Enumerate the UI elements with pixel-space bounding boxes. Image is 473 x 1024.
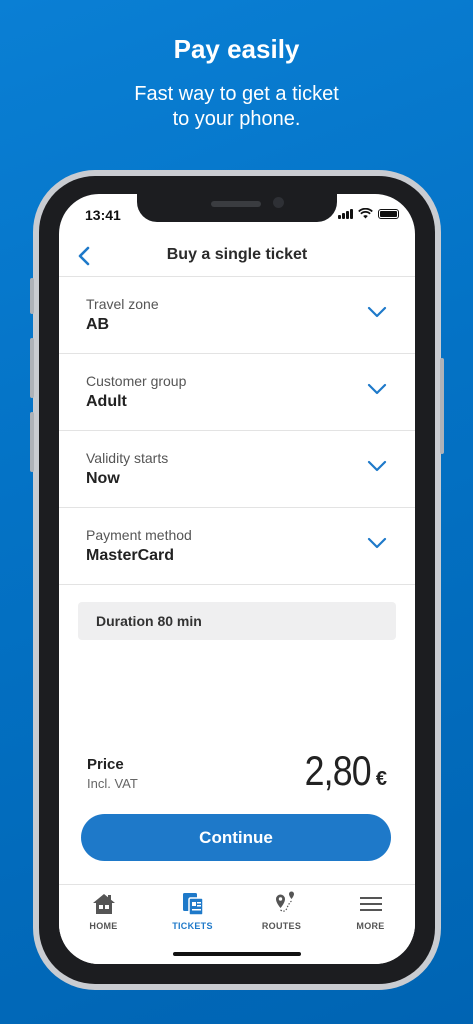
promo-subline-line-2: to your phone. [172, 108, 301, 130]
validity-starts-select[interactable]: Validity starts Now [59, 431, 415, 508]
menu-icon [359, 897, 382, 911]
promo-headline: Pay easily [173, 34, 300, 64]
battery-icon [378, 209, 399, 219]
notch [137, 194, 337, 222]
home-indicator [173, 952, 301, 956]
wifi-icon [358, 208, 373, 219]
promo-subline-line-1: Fast way to get a ticket [134, 83, 339, 105]
travel-zone-select[interactable]: Travel zone AB [59, 277, 415, 354]
price-vat-note: Incl. VAT [87, 776, 138, 791]
continue-button[interactable]: Continue [81, 814, 391, 861]
status-time: 13:41 [85, 207, 121, 223]
row-value: MasterCard [86, 547, 175, 564]
customer-group-select[interactable]: Customer group Adult [59, 354, 415, 431]
nav-bar: Buy a single ticket [59, 234, 415, 277]
row-value: Adult [86, 393, 127, 410]
chevron-down-icon [367, 460, 387, 472]
chevron-down-icon [367, 383, 387, 395]
phone-volume-down-button [30, 412, 34, 472]
chevron-down-icon [367, 537, 387, 549]
speaker [211, 201, 261, 207]
signal-icon [338, 209, 353, 219]
tab-label: HOME [89, 921, 118, 931]
page-title: Buy a single ticket [166, 246, 308, 263]
phone-power-button [440, 358, 444, 454]
row-value: Now [86, 470, 120, 487]
payment-method-select[interactable]: Payment method MasterCard [59, 508, 415, 585]
tab-label: TICKETS [172, 921, 213, 931]
row-label: Validity starts [86, 450, 169, 466]
tab-label: MORE [356, 921, 385, 931]
camera [273, 197, 284, 208]
tab-tickets[interactable]: TICKETS [148, 891, 237, 931]
row-value: AB [86, 316, 110, 333]
status-icons [338, 208, 399, 219]
house-icon [92, 894, 115, 914]
promo-subline: Fast way to get a ticket to your phone. [0, 82, 473, 132]
tab-label: ROUTES [261, 921, 302, 931]
tab-routes[interactable]: ROUTES [237, 891, 326, 931]
price-label: Price [87, 756, 124, 773]
duration-text: Duration 80 min [96, 613, 202, 629]
row-label: Payment method [86, 527, 192, 543]
route-pin-icon [275, 891, 294, 912]
row-label: Customer group [86, 373, 187, 389]
tab-more[interactable]: MORE [326, 891, 415, 931]
phone-screen: 13:41 Buy a single ticket Travel zone AB… [59, 194, 415, 964]
price-amount: 2,80 [304, 747, 372, 794]
phone-volume-up-button [30, 338, 34, 398]
tickets-icon [182, 893, 204, 916]
phone-side-button [30, 278, 34, 314]
tab-home[interactable]: HOME [59, 891, 148, 931]
duration-info: Duration 80 min [78, 602, 396, 640]
price-currency: € [375, 768, 387, 790]
row-label: Travel zone [86, 296, 159, 312]
chevron-down-icon [367, 306, 387, 318]
